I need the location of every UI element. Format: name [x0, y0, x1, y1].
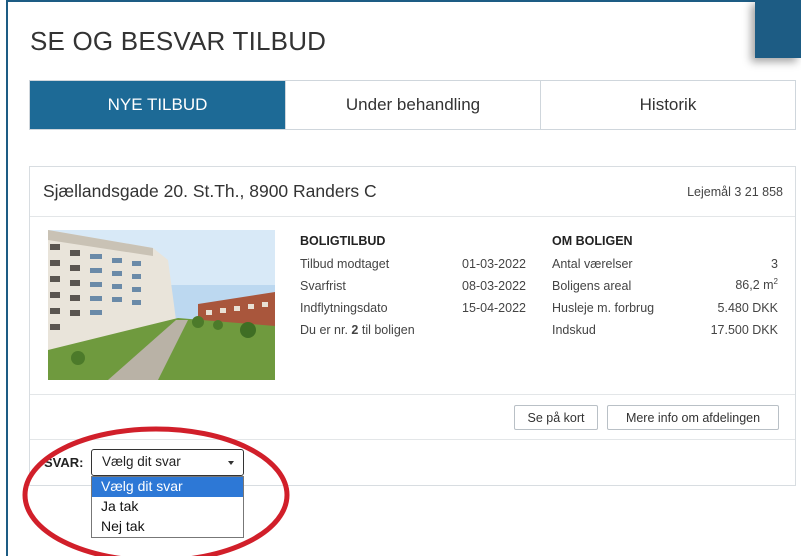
offer-card-actions: Se på kort Mere info om afdelingen	[30, 394, 795, 440]
tab-under-behandling[interactable]: Under behandling	[286, 81, 541, 129]
offer-received-label: Tilbud modtaget	[300, 257, 390, 271]
queue-number: 2	[351, 323, 359, 337]
queue-position: Du er nr. 2 til boligen	[300, 323, 415, 337]
area-unit-exponent: 2	[773, 277, 778, 286]
see-on-map-button[interactable]: Se på kort	[514, 405, 598, 430]
offer-received-value: 01-03-2022	[462, 257, 526, 271]
boligtilbud-title: BOLIGTILBUD	[300, 234, 386, 248]
rent-label: Husleje m. forbrug	[552, 301, 655, 315]
offer-card-header: Sjællandsgade 20. St.Th., 8900 Randers C…	[30, 167, 795, 217]
deposit-label: Indskud	[552, 323, 596, 337]
more-info-button[interactable]: Mere info om afdelingen	[607, 405, 779, 430]
tab-bar: NYE TILBUD Under behandling Historik	[29, 80, 796, 130]
area-number: 86,2 m	[735, 278, 774, 293]
queue-prefix: Du er nr.	[300, 323, 348, 337]
deposit-value: 17.500 DKK	[710, 323, 778, 337]
page-title: SE OG BESVAR TILBUD	[30, 26, 327, 56]
area-label: Boligens areal	[552, 279, 632, 293]
rooms-value: 3	[771, 257, 778, 271]
offer-card: Sjællandsgade 20. St.Th., 8900 Randers C…	[29, 166, 796, 486]
option-ja-tak[interactable]: Ja tak	[92, 497, 243, 517]
tab-nye-tilbud[interactable]: NYE TILBUD	[30, 81, 286, 129]
om-boligen-title: OM BOLIGEN	[552, 234, 633, 248]
tab-historik[interactable]: Historik	[541, 81, 795, 129]
property-photo	[48, 230, 275, 380]
queue-suffix: til boligen	[361, 323, 415, 337]
option-vaelg-dit-svar[interactable]: Vælg dit svar	[92, 477, 243, 497]
offer-address: Sjællandsgade 20. St.Th., 8900 Randers C	[43, 181, 377, 201]
deadline-value: 08-03-2022	[462, 279, 526, 293]
lease-number: Lejemål 3 21 858	[687, 185, 783, 199]
deadline-label: Svarfrist	[300, 279, 346, 293]
rent-value: 5.480 DKK	[717, 301, 778, 315]
move-in-label: Indflytningsdato	[300, 301, 388, 315]
move-in-value: 15-04-2022	[462, 301, 526, 315]
area-value: 86,2 m2	[690, 277, 778, 292]
chevron-down-icon	[228, 461, 234, 465]
answer-select-value: Vælg dit svar	[102, 454, 181, 469]
option-nej-tak[interactable]: Nej tak	[92, 517, 243, 537]
answer-label: SVAR:	[44, 455, 84, 470]
answer-dropdown: Vælg dit svar Ja tak Nej tak	[91, 476, 244, 538]
rooms-label: Antal værelser	[552, 257, 633, 271]
corner-tab	[755, 0, 801, 58]
answer-select[interactable]: Vælg dit svar	[91, 449, 244, 476]
